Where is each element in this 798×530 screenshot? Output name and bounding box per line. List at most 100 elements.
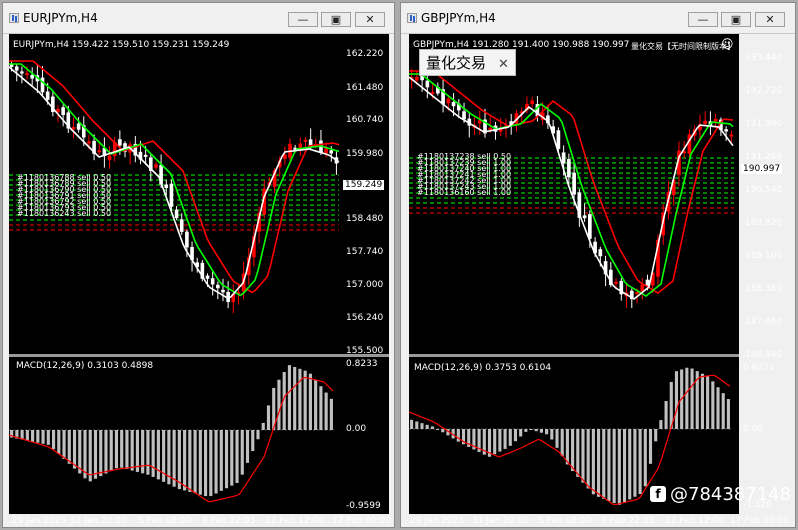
logo-icon: f	[650, 486, 666, 502]
price-label: 156.240	[346, 313, 384, 323]
macd-bar	[183, 430, 187, 491]
candle-body	[415, 77, 419, 81]
time-label: 5 Feb 08:00	[538, 516, 592, 526]
macd-bar	[410, 419, 414, 429]
candle-body	[174, 209, 179, 219]
close-button[interactable]: ✕	[755, 12, 785, 27]
macd-pane-eurjpy[interactable]: MACD(12,26,9) 0.3103 0.4898	[9, 357, 389, 514]
macd-bar	[607, 429, 611, 501]
macd-canvas[interactable]	[9, 357, 389, 514]
chart-window-icon	[9, 13, 19, 23]
candle-body	[598, 249, 603, 257]
ea-popup[interactable]: 量化交易 ✕	[419, 49, 516, 76]
macd-bar	[555, 429, 559, 448]
candle-body	[87, 141, 91, 144]
price-label: 193.440	[745, 53, 783, 63]
macd-bar	[114, 430, 119, 469]
macd-bar	[436, 429, 440, 430]
macd-bar	[503, 429, 507, 449]
macd-bar	[493, 429, 497, 455]
close-icon[interactable]: ✕	[498, 57, 509, 72]
candle-body	[462, 111, 466, 120]
macd-bar	[303, 370, 307, 430]
price-label: 160.740	[346, 115, 384, 125]
restore-button[interactable]: ▣	[721, 12, 751, 27]
macd-bar	[711, 381, 715, 429]
macd-bar	[72, 430, 77, 469]
candle-body	[425, 80, 430, 88]
macd-bar	[643, 429, 647, 487]
macd-bar	[251, 430, 255, 452]
close-button[interactable]: ✕	[355, 12, 385, 27]
price-chart-gbpjpy[interactable]: GBPJPYm,H4 191.280 191.400 190.988 190.9…	[409, 34, 739, 354]
candle-body	[164, 184, 169, 189]
macd-bar	[120, 430, 124, 468]
macd-bar	[441, 429, 445, 433]
macd-bar	[151, 430, 155, 477]
macd-bar	[513, 429, 518, 442]
macd-bar	[31, 430, 35, 442]
time-label: 29 Jan 2025	[12, 516, 66, 526]
ea-label: 量化交易【无时间限制版本】	[631, 42, 735, 51]
macd-bar	[146, 430, 150, 475]
macd-bar	[534, 429, 538, 432]
macd-bar	[324, 392, 328, 430]
macd-bar	[141, 430, 145, 474]
candle-body	[567, 158, 571, 178]
price-label: 190.540	[745, 185, 783, 195]
macd-bar	[261, 422, 265, 430]
order-label: #1180136243 sell 0.50	[17, 209, 112, 218]
price-label: 192.720	[745, 86, 783, 96]
minimize-button[interactable]: —	[288, 12, 318, 27]
candle-body	[729, 134, 734, 137]
macd-bar	[93, 430, 98, 479]
price-label: 191.980	[745, 119, 783, 129]
macd-bar	[266, 405, 271, 430]
macd-bar	[308, 373, 312, 430]
macd-bar	[109, 430, 113, 471]
minimize-button[interactable]: —	[688, 12, 718, 27]
macd-bar	[88, 430, 92, 482]
macd-bar	[25, 430, 29, 441]
macd-bar	[498, 429, 502, 452]
macd-bar	[550, 429, 554, 440]
time-label: 29 Jan 2025	[410, 516, 464, 526]
macd-bar	[41, 430, 45, 444]
candle-body	[614, 281, 618, 284]
candle-body	[20, 71, 24, 74]
time-label: 9 Feb 22:05	[601, 516, 655, 526]
macd-bar	[245, 430, 250, 463]
current-price-box: 159.249	[343, 180, 385, 190]
price-chart-eurjpy[interactable]: EURJPYm,H4 159.422 159.510 159.231 159.2…	[9, 34, 389, 354]
smiley-icon: ☺	[721, 37, 734, 51]
candle-body	[143, 154, 148, 157]
candle-body	[724, 129, 728, 132]
price-label: 157.740	[346, 247, 384, 257]
candle-body	[61, 107, 65, 116]
macd-bar	[519, 429, 523, 437]
price-label: 161.480	[346, 83, 384, 93]
macd-bar	[240, 430, 244, 475]
macd-bar	[230, 430, 234, 486]
macd-bar	[560, 429, 564, 457]
candle-body	[40, 77, 45, 93]
title-bar[interactable]: EURJPYm,H4 — ▣ ✕	[3, 3, 394, 34]
time-label: 31 Jan 20:00	[70, 516, 127, 526]
macd-bar	[104, 430, 108, 474]
price-label: 0.00	[346, 424, 367, 434]
time-label: 12 Feb 12:00	[665, 516, 725, 526]
candle-body	[588, 214, 592, 239]
watermark-text: @784387148	[670, 484, 792, 505]
candle-body	[488, 127, 493, 130]
macd-bar	[430, 426, 434, 429]
restore-button[interactable]: ▣	[321, 12, 351, 27]
order-label: #1180136160 sell 1.00	[417, 188, 512, 197]
macd-bar	[685, 367, 689, 429]
current-price-box: 190.997	[741, 164, 783, 174]
candle-body	[303, 139, 308, 142]
title-bar[interactable]: GBPJPYm,H4 — ▣ ✕	[401, 3, 795, 34]
macd-bar	[46, 430, 50, 445]
price-label: 189.100	[745, 251, 783, 261]
macd-bar	[298, 368, 302, 430]
macd-bar	[456, 429, 460, 442]
